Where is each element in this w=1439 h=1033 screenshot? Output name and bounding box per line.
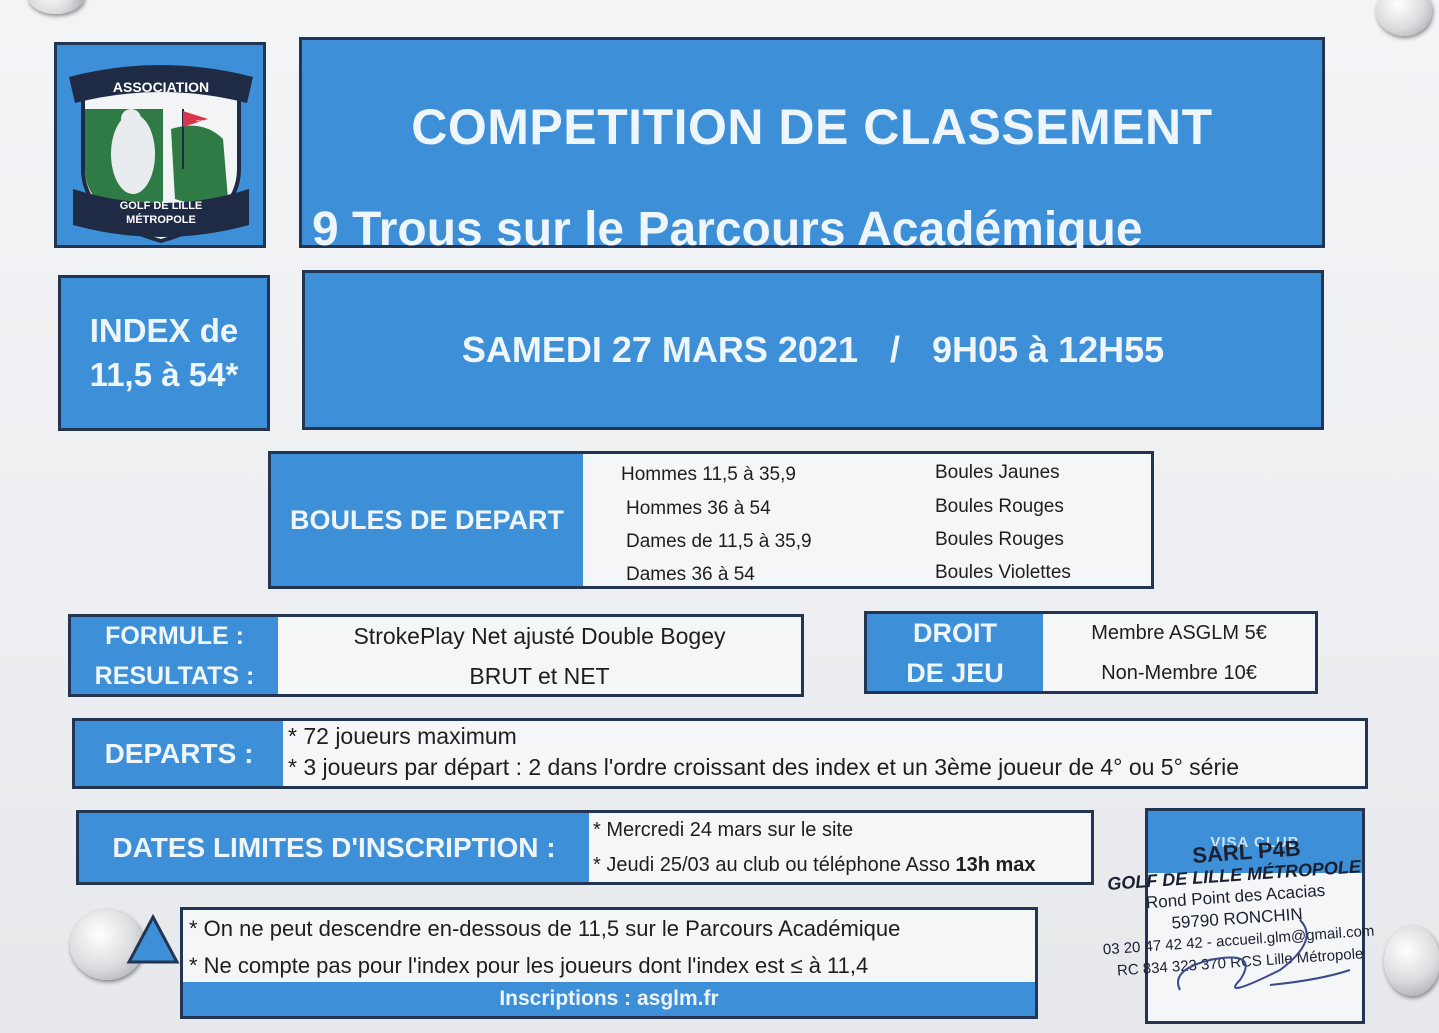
logo-bottom-line1: GOLF DE LILLE [120,200,203,212]
green-fee-values: Membre ASGLM 5€ Non-Membre 10€ [1043,614,1315,691]
tee-color: Boules Jaunes [935,462,1060,483]
non-member-fee: Non-Membre 10€ [1101,661,1257,684]
results-value: BRUT et NET [469,662,610,689]
tee-category: Hommes 11,5 à 35,9 [621,464,796,485]
tee-times-label: DEPARTS : [75,721,283,786]
association-logo: ASSOCIATION 30 GOLF DE LILLE MÉTROPOLE [54,42,266,248]
format-results-panel: FORMULE : RESULTATS : StrokePlay Net aju… [68,614,804,697]
tee-category: Dames 36 à 54 [626,564,755,585]
tee-category: Dames de 11,5 à 35,9 [626,531,812,552]
handwritten-signature [1177,919,1351,991]
date-time-panel: SAMEDI 27 MARS 2021 / 9H05 à 12H55 [302,270,1324,430]
member-fee: Membre ASGLM 5€ [1091,621,1267,644]
tee-times-panel: DEPARTS : * 72 joueurs maximum * 3 joueu… [72,718,1368,789]
index-count-note: * Ne compte pas pour l'index pour les jo… [189,953,869,978]
date-separator: / [889,329,900,370]
tee-color: Boules Violettes [935,562,1071,583]
index-notes: * On ne peut descendre en-dessous de 11,… [183,910,1035,982]
tee-category: Hommes 36 à 54 [626,498,771,519]
course-subtitle: 9 Trous sur le Parcours Académique [312,203,1143,256]
golf-logo-emblem: ASSOCIATION 30 GOLF DE LILLE MÉTROPOLE [69,65,253,244]
online-deadline: * Mercredi 24 mars sur le site [593,819,854,841]
club-deadline-text: * Jeudi 25/03 au club ou téléphone Asso [593,854,956,876]
green-fee-label: DROIT DE JEU [867,614,1043,691]
logo-flag-number: 30 [196,120,204,127]
format-results-values: StrokePlay Net ajusté Double Bogey BRUT … [278,617,801,694]
green-fee-label-line2: DE JEU [906,657,1004,688]
index-notes-panel: * On ne peut descendre en-dessous de 11,… [180,907,1038,1019]
tee-times-rules: * 72 joueurs maximum * 3 joueurs par dép… [283,721,1365,786]
index-range: 11,5 à 54* [89,356,239,393]
tee-colors-label: BOULES DE DEPART [271,454,583,586]
tee-color: Boules Rouges [935,496,1064,517]
results-label: RESULTATS : [94,661,255,690]
group-composition-rule: * 3 joueurs par départ : 2 dans l'ordre … [288,754,1240,780]
competition-hours: 9H05 à 12H55 [931,329,1165,370]
logo-bottom-line2: MÉTROPOLE [126,213,196,226]
club-deadline-time: 13h max [955,854,1036,876]
index-label: INDEX de [89,312,239,349]
registration-deadlines-panel: DATES LIMITES D'INSCRIPTION : * Mercredi… [76,810,1094,885]
warning-icon [126,914,180,964]
index-floor-note: * On ne peut descendre en-dessous de 11,… [189,916,901,941]
logo-top-text: ASSOCIATION [113,79,209,95]
format-results-labels: FORMULE : RESULTATS : [71,617,278,694]
index-range-panel: INDEX de 11,5 à 54* [58,275,270,431]
tee-color: Boules Rouges [935,529,1064,550]
tee-colors-table: BOULES DE DEPART Hommes 11,5 à 35,9 Boul… [268,451,1154,589]
competition-date: SAMEDI 27 MARS 2021 [461,329,858,370]
registration-deadlines-values: * Mercredi 24 mars sur le site * Jeudi 2… [589,813,1091,882]
max-players-rule: * 72 joueurs maximum [288,723,517,749]
registration-deadlines-label: DATES LIMITES D'INSCRIPTION : [79,813,589,882]
format-label: FORMULE : [105,621,244,650]
green-fee-label-line1: DROIT [913,617,997,648]
registration-website[interactable]: Inscriptions : asglm.fr [183,982,1035,1016]
competition-title: COMPETITION DE CLASSEMENT [411,99,1213,155]
club-deadline: * Jeudi 25/03 au club ou téléphone Asso … [593,848,1091,883]
format-value: StrokePlay Net ajusté Double Bogey [353,622,726,649]
competition-title-panel: COMPETITION DE CLASSEMENT 9 Trous sur le… [299,37,1325,256]
green-fee-panel: DROIT DE JEU Membre ASGLM 5€ Non-Membre … [864,611,1318,694]
